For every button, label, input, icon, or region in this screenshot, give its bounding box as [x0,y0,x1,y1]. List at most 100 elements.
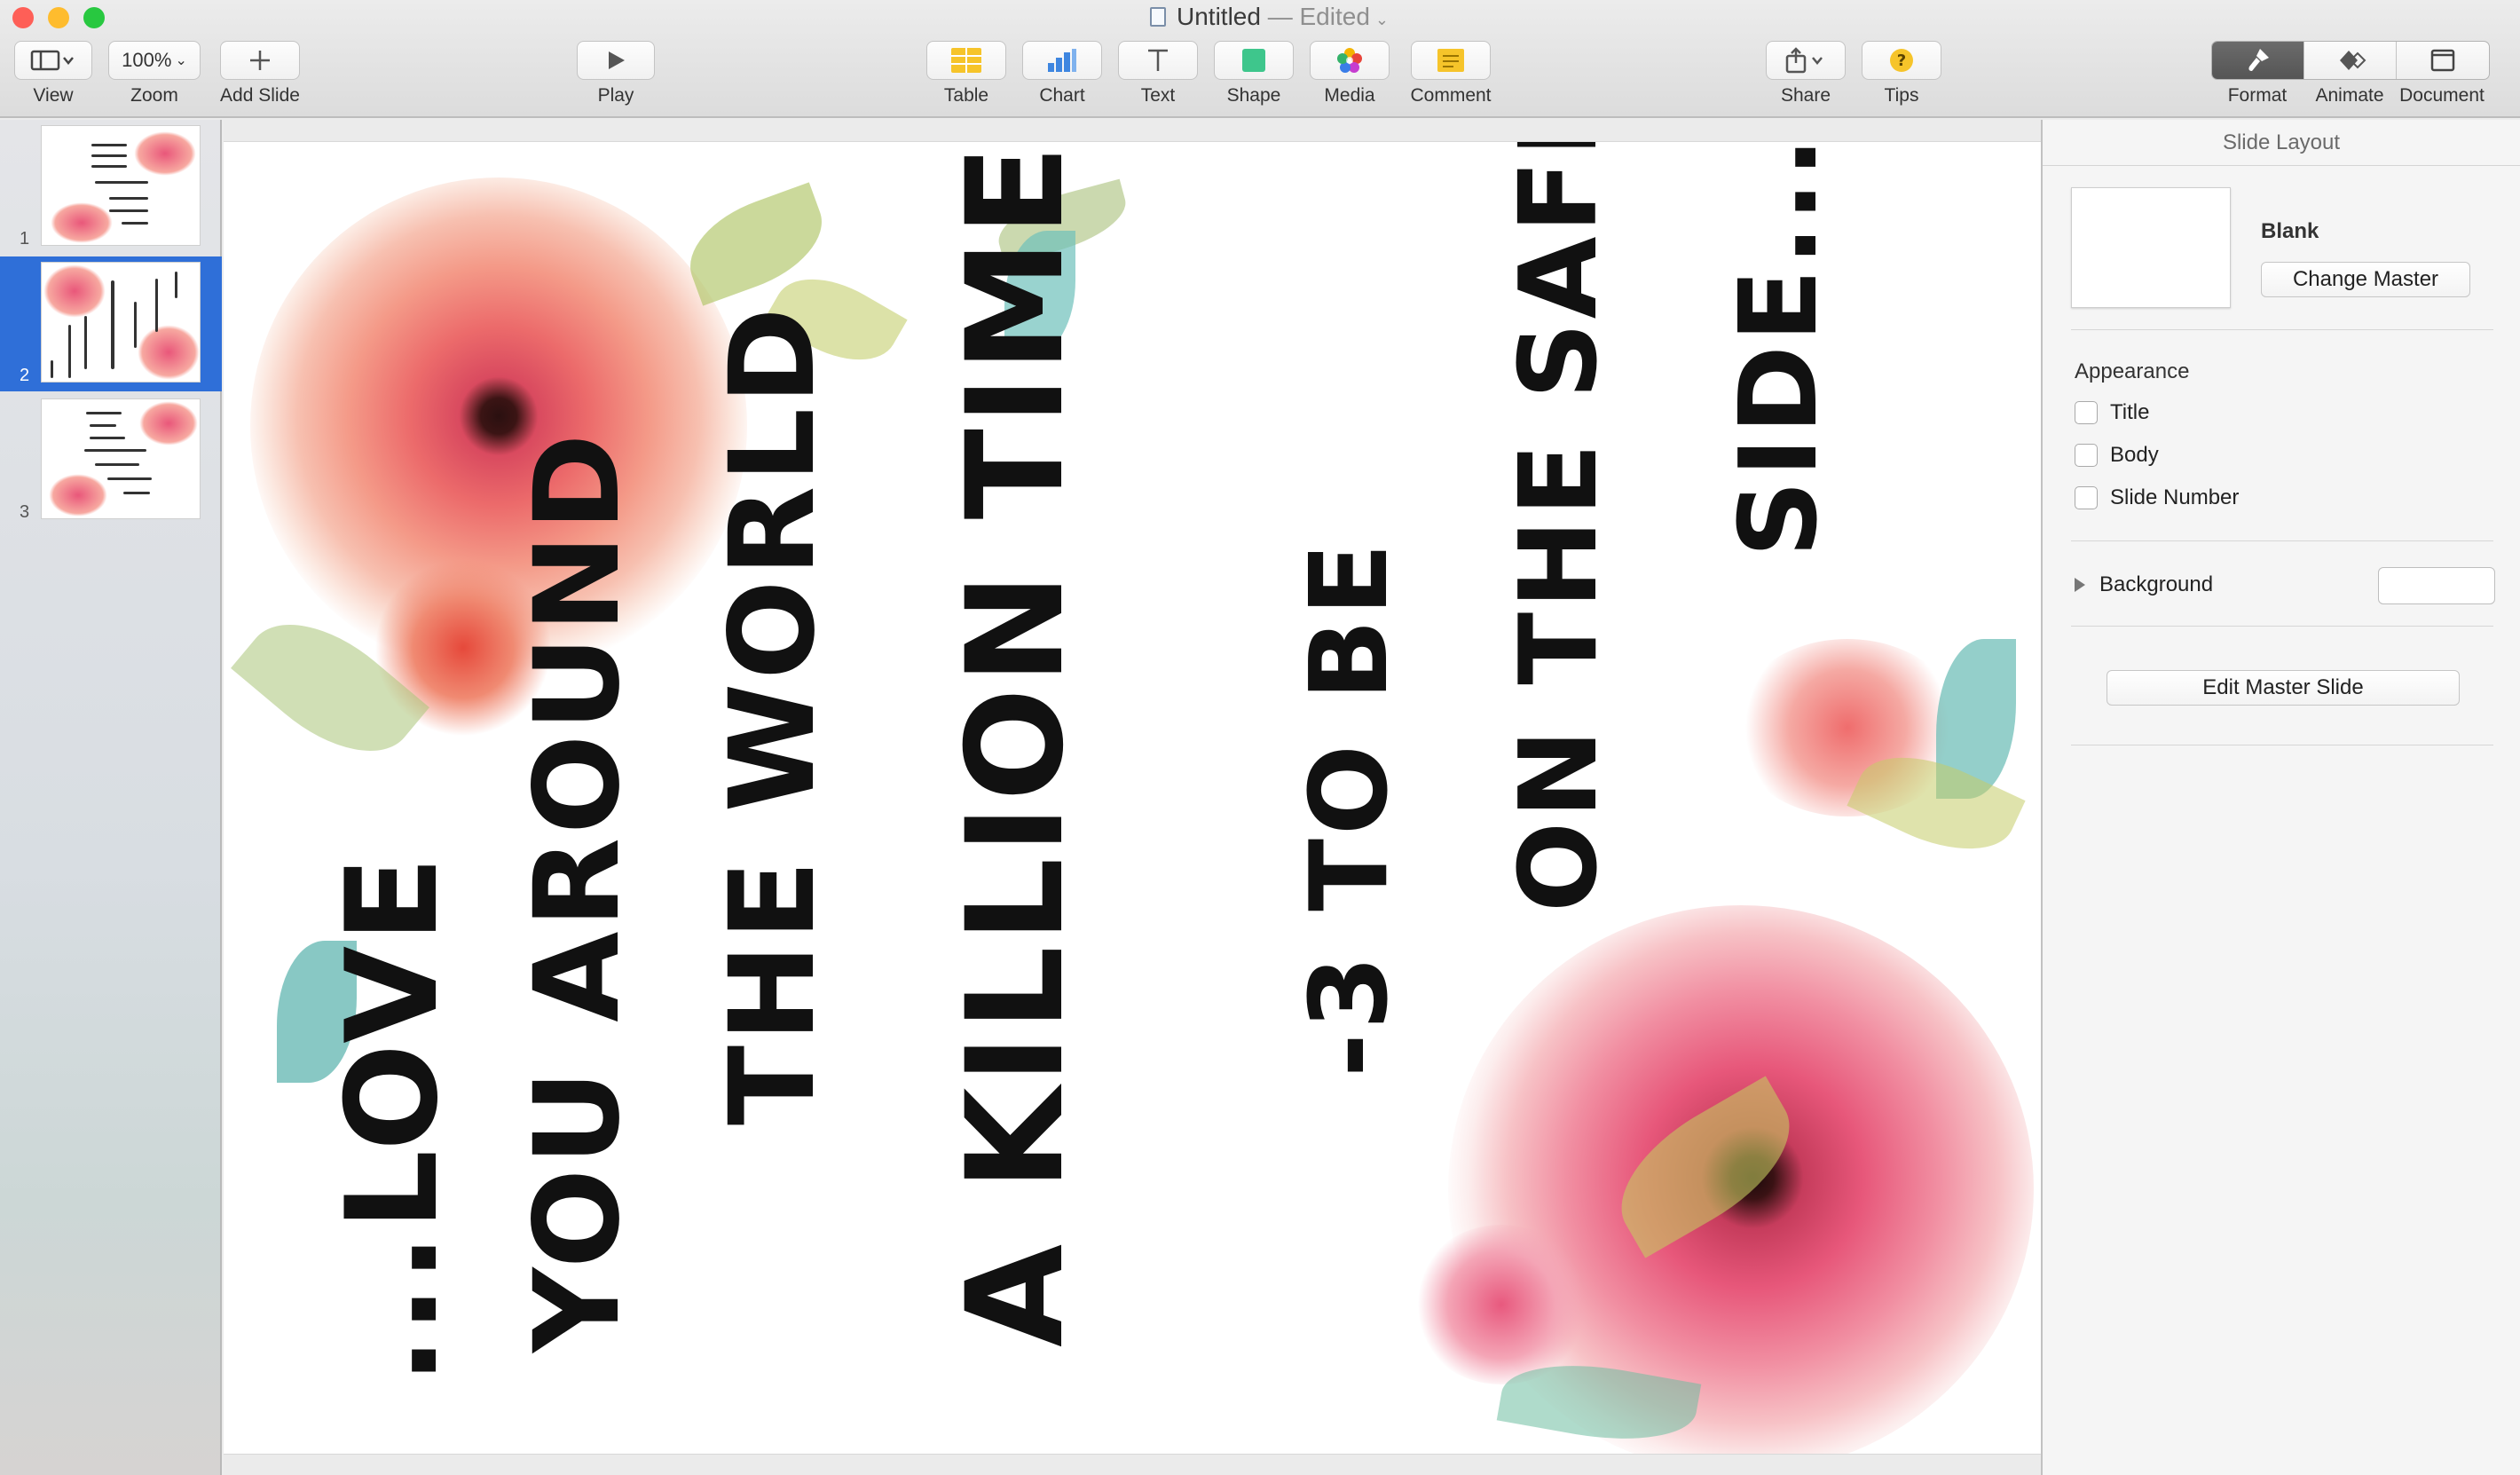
master-thumbnail[interactable] [2071,187,2231,308]
view-button[interactable]: View [14,41,92,106]
divider [2071,540,2493,541]
shape-icon [1242,49,1265,72]
slide-number-option[interactable]: Slide Number [2075,485,2239,510]
title-checkbox-label: Title [2110,400,2150,424]
slide-canvas-area[interactable]: ...LOVE YOU AROUND THE WORLD A KILLION T… [224,120,2041,1475]
add-slide-button[interactable]: Add Slide [220,41,300,106]
text-icon [1148,49,1168,71]
slide-text-line-7[interactable]: SIDE... [1718,142,1841,557]
body-option[interactable]: Body [2075,443,2159,468]
media-label: Media [1324,85,1375,106]
document-icon [1150,7,1166,27]
document-label: Document [2399,85,2485,106]
share-label: Share [1780,85,1831,106]
inspector-header: Slide Layout [2043,120,2520,166]
document-name: Untitled [1177,3,1261,30]
slide-number-checkbox[interactable] [2075,486,2098,509]
add-slide-label: Add Slide [220,85,300,106]
shape-button[interactable]: Shape [1214,41,1294,106]
background-label: Background [2099,572,2214,596]
comment-note-icon [1437,49,1464,72]
slide-text-line-2[interactable]: YOU AROUND [509,430,646,1353]
tips-button[interactable]: ? Tips [1862,41,1941,106]
comment-button[interactable]: Comment [1410,41,1492,106]
zoom-window-button[interactable] [83,7,105,28]
background-color-well[interactable] [2378,567,2495,604]
slide-thumbnail-image [41,262,201,383]
slide-number-checkbox-label: Slide Number [2110,485,2240,509]
inspector-segmented-control [2211,41,2490,80]
tips-label: Tips [1884,85,1919,106]
flower-accent [1413,1225,1590,1384]
zoom-value: 100% [122,49,172,71]
slide-text-line-4[interactable]: A KILLION TIMES [939,142,1093,1347]
diamond-animate-icon [2339,51,2366,70]
view-label: View [33,85,74,106]
animate-label: Animate [2315,85,2384,106]
play-icon [609,51,625,69]
slide-number: 2 [20,366,30,385]
edit-master-slide-button[interactable]: Edit Master Slide [2107,670,2460,706]
slide-text-line-3[interactable]: THE WORLD [705,304,841,1125]
play-label: Play [597,85,634,106]
slide-thumbnail-2[interactable]: 2 [0,256,222,391]
slide-thumbnail-image [41,398,201,519]
document-square-icon [2430,49,2455,72]
disclosure-triangle-icon[interactable] [2075,578,2085,592]
share-button[interactable]: Share [1766,41,1846,106]
comment-label: Comment [1410,85,1492,106]
table-button[interactable]: Table [926,41,1006,106]
chevron-down-icon: ⌄ [175,53,187,68]
minimize-window-button[interactable] [48,7,69,28]
body-checkbox-label: Body [2110,443,2159,467]
change-master-button[interactable]: Change Master [2261,262,2470,297]
sidebar-layout-icon [30,50,74,71]
slide-text-line-1[interactable]: ...LOVE [319,853,466,1384]
shape-label: Shape [1226,85,1281,106]
toolbar: Untitled — Edited ⌄ View 100% ⌄ Zoom Add … [0,0,2520,118]
format-label: Format [2227,85,2288,106]
zoom-label: Zoom [130,85,178,106]
slide-thumbnail-image [41,125,201,246]
share-icon [1785,47,1823,74]
edited-status: — Edited [1267,3,1370,30]
animate-tab[interactable] [2304,42,2397,79]
title-option[interactable]: Title [2075,400,2149,425]
slide-thumbnail-1[interactable]: 1 [0,120,222,255]
slide-canvas[interactable]: ...LOVE YOU AROUND THE WORLD A KILLION T… [224,141,2041,1455]
document-tab[interactable] [2397,42,2489,79]
zoom-popup[interactable]: 100% ⌄ Zoom [108,41,201,106]
master-name: Blank [2261,219,2319,243]
slide-text-line-6[interactable]: ON THE SAFE [1498,142,1621,912]
bar-chart-icon [1048,49,1076,72]
slide-text-line-5[interactable]: -3 TO BE [1288,540,1412,1077]
slide-thumbnail-3[interactable]: 3 [0,393,222,528]
slide-navigator[interactable]: 1 2 3 [0,120,222,1475]
svg-text:?: ? [1897,51,1906,70]
text-label: Text [1140,85,1176,106]
appearance-section-label: Appearance [2075,359,2190,383]
close-window-button[interactable] [12,7,34,28]
format-tab[interactable] [2212,42,2304,79]
table-icon [951,48,981,73]
text-button[interactable]: Text [1118,41,1198,106]
divider [2071,329,2493,330]
media-button[interactable]: Media [1310,41,1390,106]
window-title[interactable]: Untitled — Edited ⌄ [1150,3,1389,31]
divider [2071,626,2493,627]
chart-label: Chart [1039,85,1085,106]
play-button[interactable]: Play [577,41,655,106]
plus-icon [250,51,270,70]
body-checkbox[interactable] [2075,444,2098,467]
photos-flower-icon [1337,48,1362,73]
background-disclosure[interactable]: Background [2075,572,2213,597]
title-checkbox[interactable] [2075,401,2098,424]
question-mark-icon: ? [1890,49,1913,72]
slide-number: 3 [20,502,30,522]
slide-number: 1 [20,229,30,248]
paintbrush-icon [2248,49,2269,71]
chart-button[interactable]: Chart [1022,41,1102,106]
table-label: Table [943,85,989,106]
chevron-down-icon: ⌄ [1374,11,1389,28]
format-inspector: Slide Layout Blank Change Master Appeara… [2041,120,2520,1475]
